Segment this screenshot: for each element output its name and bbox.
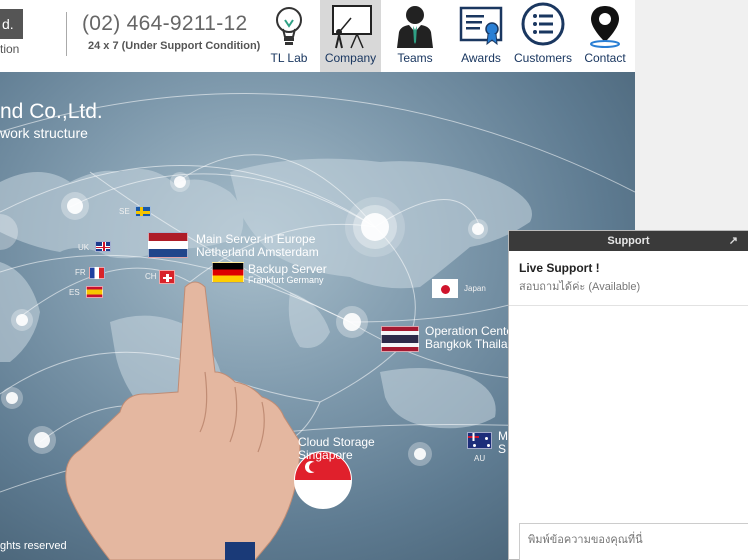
logo[interactable]: d. (0, 9, 23, 39)
nav-awards[interactable]: Awards (450, 0, 512, 72)
nav-label: Awards (461, 51, 501, 65)
label-australia-site: M S (498, 429, 508, 457)
nav-label: Contact (584, 51, 626, 65)
hero-subtitle: work structure (0, 125, 88, 141)
support-status: สอบถามได้ค่ะ (Available) (509, 275, 748, 306)
chat-message-input[interactable] (519, 523, 748, 560)
presentation-board-icon (331, 5, 372, 49)
list-icon (521, 2, 565, 46)
site-header: d. tion (02) 464-9211-12 24 x 7 (Under S… (0, 0, 635, 72)
australia-flag-icon (467, 432, 492, 449)
nav-label: Customers (513, 51, 572, 65)
switzerland-flag-icon (159, 270, 175, 284)
label-france: FR (75, 268, 86, 277)
label-main-server: Main Server in Europe Netherland Amsterd… (196, 232, 319, 260)
header-divider (66, 12, 67, 56)
logo-subtitle: tion (0, 42, 20, 56)
nav-contact[interactable]: Contact (576, 0, 634, 72)
page: d. tion (02) 464-9211-12 24 x 7 (Under S… (0, 0, 748, 560)
nav-customers[interactable]: Customers (512, 0, 574, 72)
label-australia: AU (474, 454, 486, 463)
support-title: Live Support ! (519, 261, 600, 275)
japan-flag-icon (432, 279, 458, 298)
label-backup-server: Backup Server Frankfurt Germany (248, 262, 327, 286)
label-sweden: SE (119, 207, 130, 216)
thailand-flag-icon (381, 326, 419, 352)
nav-teams[interactable]: Teams (384, 0, 446, 72)
label-uk: UK (78, 243, 90, 252)
label-cloud-storage: Cloud Storage Singapore (298, 435, 375, 463)
copyright-text: ghts reserved (0, 540, 67, 552)
label-spain: ES (69, 288, 80, 297)
nav-label: Company (324, 51, 377, 65)
nav-label: Teams (397, 51, 433, 65)
certificate-icon (459, 6, 503, 46)
spain-flag-icon (86, 286, 103, 298)
nav-label: TL Lab (270, 51, 308, 65)
label-switzerland: CH (145, 272, 157, 281)
businessman-icon (397, 6, 433, 48)
expand-icon[interactable]: ↗ (729, 231, 738, 251)
phone-hours: 24 x 7 (Under Support Condition) (88, 40, 261, 52)
lightbulb-icon (276, 7, 302, 45)
hero-title: nd Co.,Ltd. (0, 100, 103, 123)
support-header[interactable]: Support ↗ (509, 231, 748, 251)
sweden-flag-icon (135, 206, 151, 217)
live-support-widget: Support ↗ Live Support ! สอบถามได้ค่ะ (A… (508, 230, 748, 560)
label-japan: Japan (464, 284, 486, 293)
nav-tl-lab[interactable]: TL Lab (259, 0, 319, 72)
germany-flag-icon (212, 262, 244, 283)
support-header-title: Support (607, 235, 650, 247)
france-flag-icon (89, 267, 105, 279)
nav-company[interactable]: Company (320, 0, 381, 72)
uk-flag-icon (95, 241, 111, 252)
phone-number[interactable]: (02) 464-9211-12 (82, 12, 248, 36)
label-operation-center: Operation Center Bangkok Thailand (425, 324, 521, 352)
netherlands-flag-icon (148, 232, 188, 258)
map-pin-icon (590, 6, 620, 48)
